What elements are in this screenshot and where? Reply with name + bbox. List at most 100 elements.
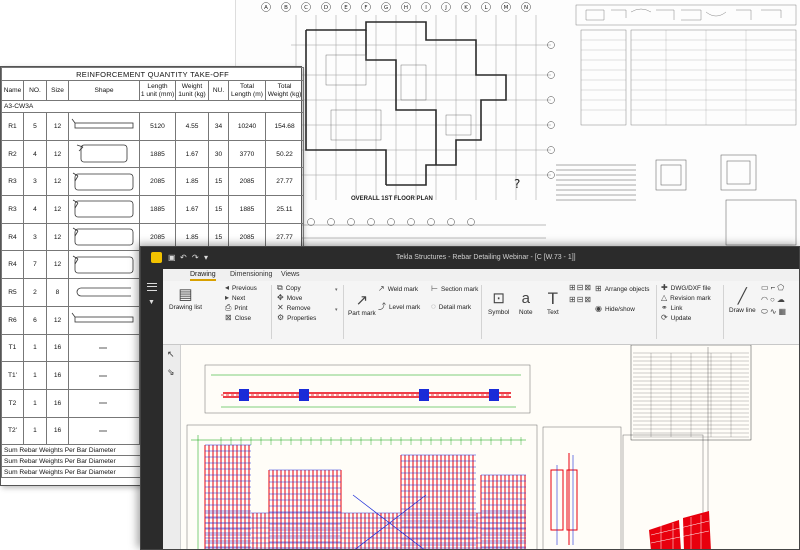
tab-drawing[interactable]: Drawing <box>190 271 216 281</box>
level-mark-button[interactable]: ⤴ Level mark <box>378 303 420 311</box>
align-icon: ⊞ <box>569 283 576 292</box>
detail-mark-label: Detail mark <box>438 303 472 311</box>
ribbon-separator <box>723 285 724 339</box>
move-options-icon[interactable]: ▾ <box>335 287 338 293</box>
close-button[interactable]: ⊠ Close <box>225 314 251 322</box>
grid-bubble-label: J <box>444 5 447 11</box>
next-icon: ▸ <box>225 293 230 302</box>
header-length-l2: 1 unit (mm) <box>140 90 175 98</box>
ribbon-separator <box>656 285 657 339</box>
align-tools[interactable]: ⊞ ⊟ ⊠ <box>569 296 591 304</box>
undo-icon[interactable]: ↶ <box>180 253 187 262</box>
arrange-objects-button[interactable]: ⊞ Arrange objects <box>595 285 649 293</box>
shape-tools[interactable]: ⬭ ∿ ▦ <box>761 308 786 316</box>
cell-name: R1 <box>1 112 24 141</box>
grid-bubble-label: H <box>404 5 408 11</box>
cell-name: T2 <box>1 388 24 418</box>
rebar-shape-sketch <box>68 416 140 446</box>
save-icon[interactable]: ▣ <box>168 253 176 262</box>
table-row: R2 4 12 1885 1.67 30 3770 50.22 <box>1 139 305 169</box>
drawing-list-button[interactable]: ▤ Drawing list <box>169 287 202 311</box>
update-button[interactable]: ⟳ Update <box>661 314 691 322</box>
arrange-objects-label: Arrange objects <box>604 285 650 293</box>
cell-no: 1 <box>23 361 47 390</box>
cell-total-weight: 25.11 <box>264 195 305 224</box>
weld-mark-button[interactable]: ↗ Weld mark <box>378 285 418 293</box>
grid-bubble-label: G <box>384 5 388 11</box>
header-name: Name <box>1 80 24 101</box>
copy-button[interactable]: ⧉ Copy <box>277 284 301 292</box>
draw-line-button[interactable]: ╱ Draw line <box>729 289 756 314</box>
header-length: Length 1 unit (mm) <box>139 80 176 101</box>
grid-bubble-label: M <box>504 5 509 11</box>
link-button[interactable]: ⚭ Link <box>661 304 682 312</box>
cell-name: R4 <box>1 222 24 252</box>
grid-bubble-label: D <box>324 5 328 11</box>
grid-bubble-label: C <box>304 5 308 11</box>
remove-button[interactable]: ✕ Remove <box>277 304 311 312</box>
cell-no: 6 <box>23 305 47 335</box>
link-icon: ⚭ <box>661 303 668 312</box>
shape-tools[interactable]: ▭ ⌐ ⬠ <box>761 284 784 292</box>
tab-dimensioning[interactable]: Dimensioning <box>230 271 272 278</box>
rebar-shape-sketch <box>68 139 140 169</box>
detail-mark-button[interactable]: ◌ Detail mark <box>431 303 471 311</box>
menu-icon[interactable] <box>147 283 157 291</box>
dwg-dxf-button[interactable]: ✚ DWG/DXF file <box>661 284 711 292</box>
select-cursor-icon[interactable]: ↖ <box>167 349 175 360</box>
drawing-canvas[interactable] <box>181 345 799 549</box>
tab-views[interactable]: Views <box>281 271 300 278</box>
next-button[interactable]: ▸ Next <box>225 294 245 302</box>
cell-size: 16 <box>46 416 69 446</box>
align-icon: ⊠ <box>584 283 592 292</box>
move-button[interactable]: ✥ Move <box>277 294 302 302</box>
header-total-weight: Total Weight (kg) <box>264 80 305 101</box>
text-icon: T <box>547 289 559 308</box>
note-button[interactable]: a Note <box>519 291 533 316</box>
level-mark-label: Level mark <box>389 303 421 311</box>
print-button[interactable]: ⎙ Print <box>225 304 248 312</box>
hatch-icon: ▦ <box>778 307 787 316</box>
previous-button[interactable]: ◂ Previous <box>225 284 257 292</box>
align-icon: ⊟ <box>576 295 584 304</box>
cell-nu: 34 <box>208 112 229 141</box>
header-weight-l1: Weight <box>181 83 203 90</box>
symbol-button[interactable]: ⊡ Symbol <box>488 291 509 316</box>
hide-show-button[interactable]: ◉ Hide/show <box>595 305 635 313</box>
redo-icon[interactable]: ↷ <box>192 253 199 262</box>
update-icon: ⟳ <box>661 313 668 322</box>
header-total-weight-l1: Total <box>277 83 292 90</box>
cell-total-weight: 154.68 <box>264 112 305 141</box>
section-mark-button[interactable]: ⊢ Section mark <box>431 285 478 293</box>
table-row: R3 4 12 1885 1.67 15 1885 25.11 <box>1 195 305 224</box>
snap-icon[interactable]: ⇘ <box>167 367 175 378</box>
floor-plan-drawing: ABCDEFGHIJKLMN ? <box>241 2 797 246</box>
chevron-down-icon[interactable]: ▼ <box>148 299 155 306</box>
takeoff-title: REINFORCEMENT QUANTITY TAKE-OFF <box>0 67 305 81</box>
ribbon-separator <box>343 285 344 339</box>
polyline-icon: ⌐ <box>770 283 776 292</box>
cell-size: 16 <box>46 361 69 390</box>
remove-options-icon[interactable]: ▾ <box>335 307 338 313</box>
header-total-length-l1: Total <box>240 83 254 90</box>
cell-length: 1885 <box>139 195 176 224</box>
rebar-shape-sketch <box>68 112 140 141</box>
cell-name: R2 <box>1 139 24 169</box>
table-row: R1 5 12 5120 4.55 34 10240 154.68 <box>1 112 305 141</box>
part-mark-button[interactable]: ↗ Part mark <box>348 293 376 317</box>
part-mark-label: Part mark <box>348 310 376 317</box>
shape-tools[interactable]: ◠ ○ ☁ <box>761 296 785 304</box>
cell-name: R4 <box>1 250 24 280</box>
revision-mark-button[interactable]: △ Revision mark <box>661 294 711 302</box>
cell-name: R6 <box>1 305 24 335</box>
cell-no: 1 <box>23 416 47 446</box>
text-button[interactable]: T Text <box>547 289 559 316</box>
align-tools[interactable]: ⊞ ⊟ ⊠ <box>569 284 591 292</box>
grid-bubble-label: N <box>524 5 528 11</box>
quick-access-dropdown-icon[interactable]: ▾ <box>204 253 208 262</box>
grid-bubble-label: F <box>364 5 367 11</box>
properties-button[interactable]: ⚙ Properties <box>277 314 316 322</box>
weld-mark-icon: ↗ <box>378 284 385 293</box>
level-mark-icon: ⤴ <box>378 302 386 311</box>
symbol-label: Symbol <box>488 309 510 316</box>
